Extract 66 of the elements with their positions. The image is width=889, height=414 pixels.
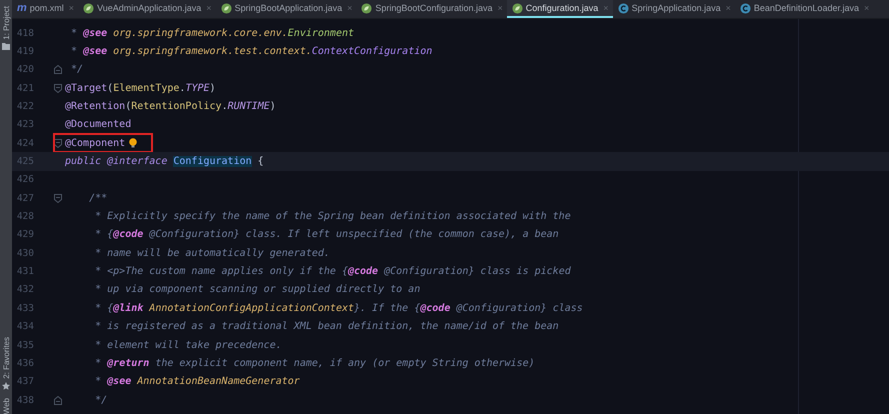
line-number: 433 [16, 302, 34, 314]
code-line: /** [88, 192, 108, 204]
line-number: 432 [16, 284, 34, 296]
tool-window-button[interactable]: 2: Favorites [0, 336, 12, 390]
code-line: * up via component scanning or supplied directly to an [94, 284, 420, 296]
editor-tab[interactable]: BeanDefinitionLoader.java × [734, 0, 874, 18]
editor-tab[interactable]: m pom.xml × [12, 0, 78, 18]
fold-marker-icon[interactable] [54, 84, 62, 93]
code-line: * element will take precedence. [94, 340, 282, 351]
line-number: 438 [16, 394, 34, 406]
line-number: 436 [16, 358, 34, 369]
code-line: * {@code @Configuration} class. If left unspecified (the common case), a bean [94, 229, 559, 240]
fold-marker-icon[interactable] [54, 194, 62, 203]
code-line: @Retention(RetentionPolicy.RUNTIME) [65, 101, 276, 112]
editor-tab[interactable]: Configuration.java × [506, 0, 613, 18]
line-number: 435 [16, 340, 34, 351]
line-number: 425 [16, 156, 34, 168]
code-line: */ [94, 394, 108, 406]
code-line: @Target(ElementType.TYPE) [65, 82, 216, 94]
code-line: public @interface Configuration { [65, 156, 264, 168]
editor-tab[interactable]: SpringBootConfiguration.java × [356, 0, 507, 18]
line-number: 429 [16, 229, 34, 240]
line-number: 422 [16, 101, 34, 112]
class-file-icon [740, 2, 751, 14]
maven-file-icon: m [17, 2, 27, 14]
code-line: * {@link AnnotationConfigApplicationContext}. If the {@code @Configuration} class [94, 302, 583, 314]
line-number: 419 [16, 46, 34, 58]
code-line: * is registered as a traditional XML bean definition, the name/id of the bean [94, 321, 559, 332]
fold-marker-icon[interactable] [54, 138, 62, 148]
leaf-icon [83, 2, 94, 14]
class-file-icon [618, 2, 629, 14]
code-line: */ [70, 64, 84, 76]
code-line: @Component [65, 138, 126, 149]
editor-tab[interactable]: VueAdminApplication.java × [78, 0, 216, 18]
line-number: 437 [16, 376, 34, 388]
tool-window-button[interactable]: 1: Project [0, 6, 12, 50]
editor-tab[interactable]: SpringApplication.java × [612, 0, 735, 18]
folder-icon [2, 42, 10, 50]
fold-marker-icon[interactable] [54, 396, 62, 405]
code-line: * @see org.springframework.core.env.Environment [70, 28, 354, 39]
fold-marker-icon[interactable] [54, 65, 62, 74]
line-number: 421 [16, 82, 34, 94]
line-number: 430 [16, 248, 34, 259]
code-line: * name will be automatically generated. [94, 248, 330, 259]
code-line: @Documented [65, 119, 132, 130]
leaf-icon [361, 2, 372, 14]
leaf-icon [512, 2, 523, 14]
line-number: 428 [16, 211, 34, 222]
code-line: * Explicitly specify the name of the Spring bean definition associated with the [94, 211, 571, 222]
line-number: 434 [16, 321, 34, 332]
line-number: 423 [16, 119, 34, 130]
line-number: 418 [16, 28, 34, 39]
editor-tab[interactable]: SpringBootApplication.java × [216, 0, 356, 18]
line-number: 431 [16, 266, 34, 278]
code-line: * @see AnnotationBeanNameGenerator [94, 376, 300, 388]
line-number: 420 [16, 64, 34, 76]
star-icon [2, 382, 10, 390]
code-line: * @see org.springframework.test.context.ContextConfiguration [70, 46, 432, 58]
leaf-icon [220, 2, 232, 14]
line-number: 424 [16, 138, 34, 149]
lightbulb-icon[interactable] [129, 138, 138, 148]
line-number: 427 [16, 192, 34, 204]
tool-window-button[interactable]: Web [0, 398, 12, 414]
line-number: 426 [16, 174, 34, 186]
code-line: * @return the explicit component name, if any (or empty String otherwise) [94, 358, 535, 369]
code-line: * <p>The custom name applies only if the {@code @Configuration} class is picked [94, 266, 571, 278]
